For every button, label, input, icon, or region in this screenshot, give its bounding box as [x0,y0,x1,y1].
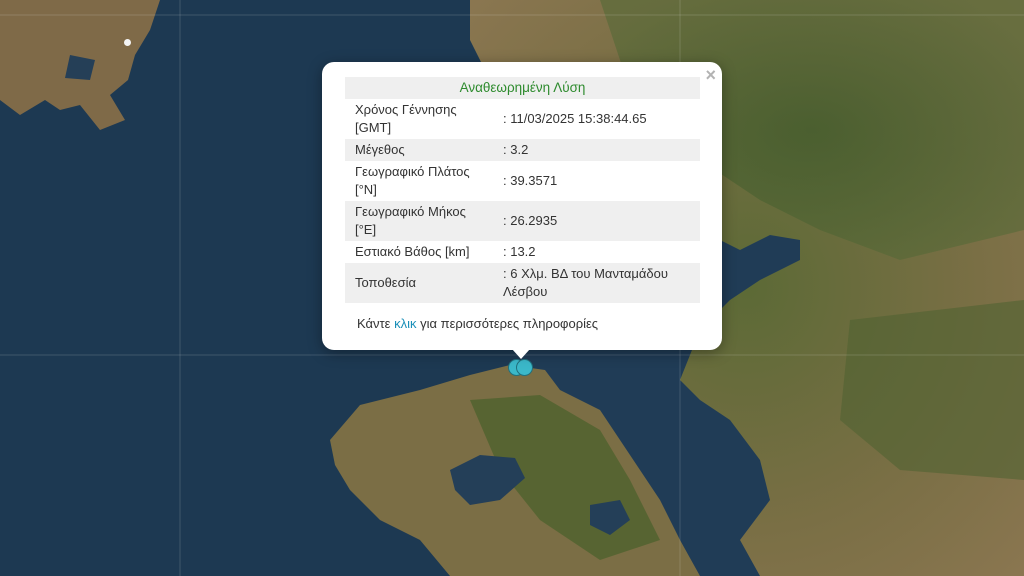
footer-prefix: Κάντε [357,316,395,331]
close-icon[interactable]: × [705,65,716,85]
row-label: Χρόνος Γέννησης [GMT] [355,102,457,135]
row-origin-time: Χρόνος Γέννησης [GMT] : 11/03/2025 15:38… [345,99,700,139]
town-dot [124,39,131,46]
popup-title: Αναθεωρημένη Λύση [345,77,700,99]
earthquake-details-table: Αναθεωρημένη Λύση Χρόνος Γέννησης [GMT] … [345,77,700,303]
row-longitude: Γεωγραφικό Μήκος [°E] : 26.2935 [345,201,700,241]
footer-suffix: για περισσότερες πληροφορίες [416,316,599,331]
earthquake-marker-icon[interactable] [516,359,533,376]
more-info-link[interactable]: κλικ [394,316,416,331]
row-value: : 26.2935 [493,201,700,241]
row-label: Εστιακό Βάθος [km] [355,244,470,259]
row-value: : 6 Χλμ. ΒΔ του Μανταμάδου Λέσβου [493,263,700,303]
row-label: Γεωγραφικό Μήκος [°E] [345,201,493,241]
row-depth: Εστιακό Βάθος [km] : 13.2 [345,241,700,263]
row-label: Τοποθεσία [345,263,493,303]
row-latitude: Γεωγραφικό Πλάτος [°N] : 39.3571 [345,161,700,201]
row-value: : 11/03/2025 15:38:44.65 [503,111,647,126]
row-magnitude: Μέγεθος : 3.2 [345,139,700,161]
row-value: : 39.3571 [503,173,558,188]
row-location: Τοποθεσία : 6 Χλμ. ΒΔ του Μανταμάδου Λέσ… [345,263,700,303]
popup-tip [512,349,530,359]
row-value: : 3.2 [493,139,700,161]
row-label: Γεωγραφικό Πλάτος [°N] [355,164,470,197]
popup-footer: Κάντε κλικ για περισσότερες πληροφορίες [357,316,598,331]
row-value: : 13.2 [503,244,536,259]
row-label: Μέγεθος [345,139,493,161]
